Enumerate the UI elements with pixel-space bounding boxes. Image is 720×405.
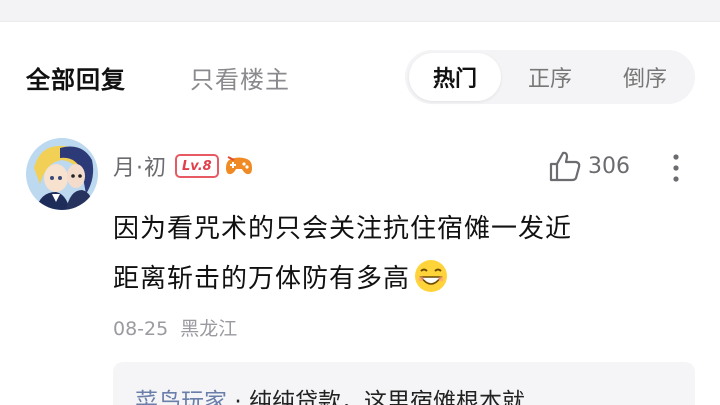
like-button[interactable]: 306: [548, 148, 630, 184]
comment-content: 因为看咒术的只会关注抗住宿傩一发近 距离斩击的万体防有多高: [113, 204, 703, 304]
reply-text: 纯纯贷款，这里宿傩根本就: [248, 389, 525, 405]
sort-hot-tab[interactable]: 热门: [409, 53, 501, 101]
reply-username[interactable]: 菜鸟玩家: [135, 389, 227, 405]
comment-date: 08-25: [113, 318, 169, 340]
filter-op-only[interactable]: 只看楼主: [190, 60, 290, 95]
gamepad-icon: [225, 156, 252, 175]
like-count: 306: [588, 153, 630, 179]
grinning-emoji-icon: [415, 260, 448, 292]
section-divider: [0, 0, 720, 22]
comment-user-row: 月·初 Lv.8: [113, 150, 253, 182]
sort-segmented-control: 热门 正序 倒序: [405, 50, 695, 104]
reply-separator: ·: [234, 389, 242, 405]
vertical-ellipsis-icon[interactable]: [664, 152, 688, 184]
comment-line-2: 距离斩击的万体防有多高: [113, 254, 703, 304]
sort-ascending-tab[interactable]: 正序: [504, 53, 596, 101]
reply-filter-bar: 全部回复 只看楼主 热门 正序 倒序: [0, 46, 720, 106]
filter-all-replies[interactable]: 全部回复: [26, 60, 126, 95]
sort-descending-tab[interactable]: 倒序: [599, 53, 691, 101]
comment-item: 月·初 Lv.8 306 因为看咒术的只会关注抗住宿傩一发近 距离斩击的万体防有…: [0, 130, 720, 405]
reply-preview-box[interactable]: 菜鸟玩家 · 纯纯贷款，这里宿傩根本就: [113, 362, 695, 405]
comment-location: 黑龙江: [180, 318, 238, 340]
reply-preview-line: 菜鸟玩家 · 纯纯贷款，这里宿傩根本就: [135, 382, 525, 405]
username[interactable]: 月·初: [113, 150, 167, 182]
level-badge: Lv.8: [175, 154, 219, 178]
thumbs-up-icon: [549, 151, 581, 182]
comment-line-2-text: 距离斩击的万体防有多高: [113, 264, 411, 294]
avatar[interactable]: [26, 138, 98, 210]
comment-meta: 08-25 黑龙江: [113, 314, 237, 341]
comment-line-1: 因为看咒术的只会关注抗住宿傩一发近: [113, 214, 573, 244]
